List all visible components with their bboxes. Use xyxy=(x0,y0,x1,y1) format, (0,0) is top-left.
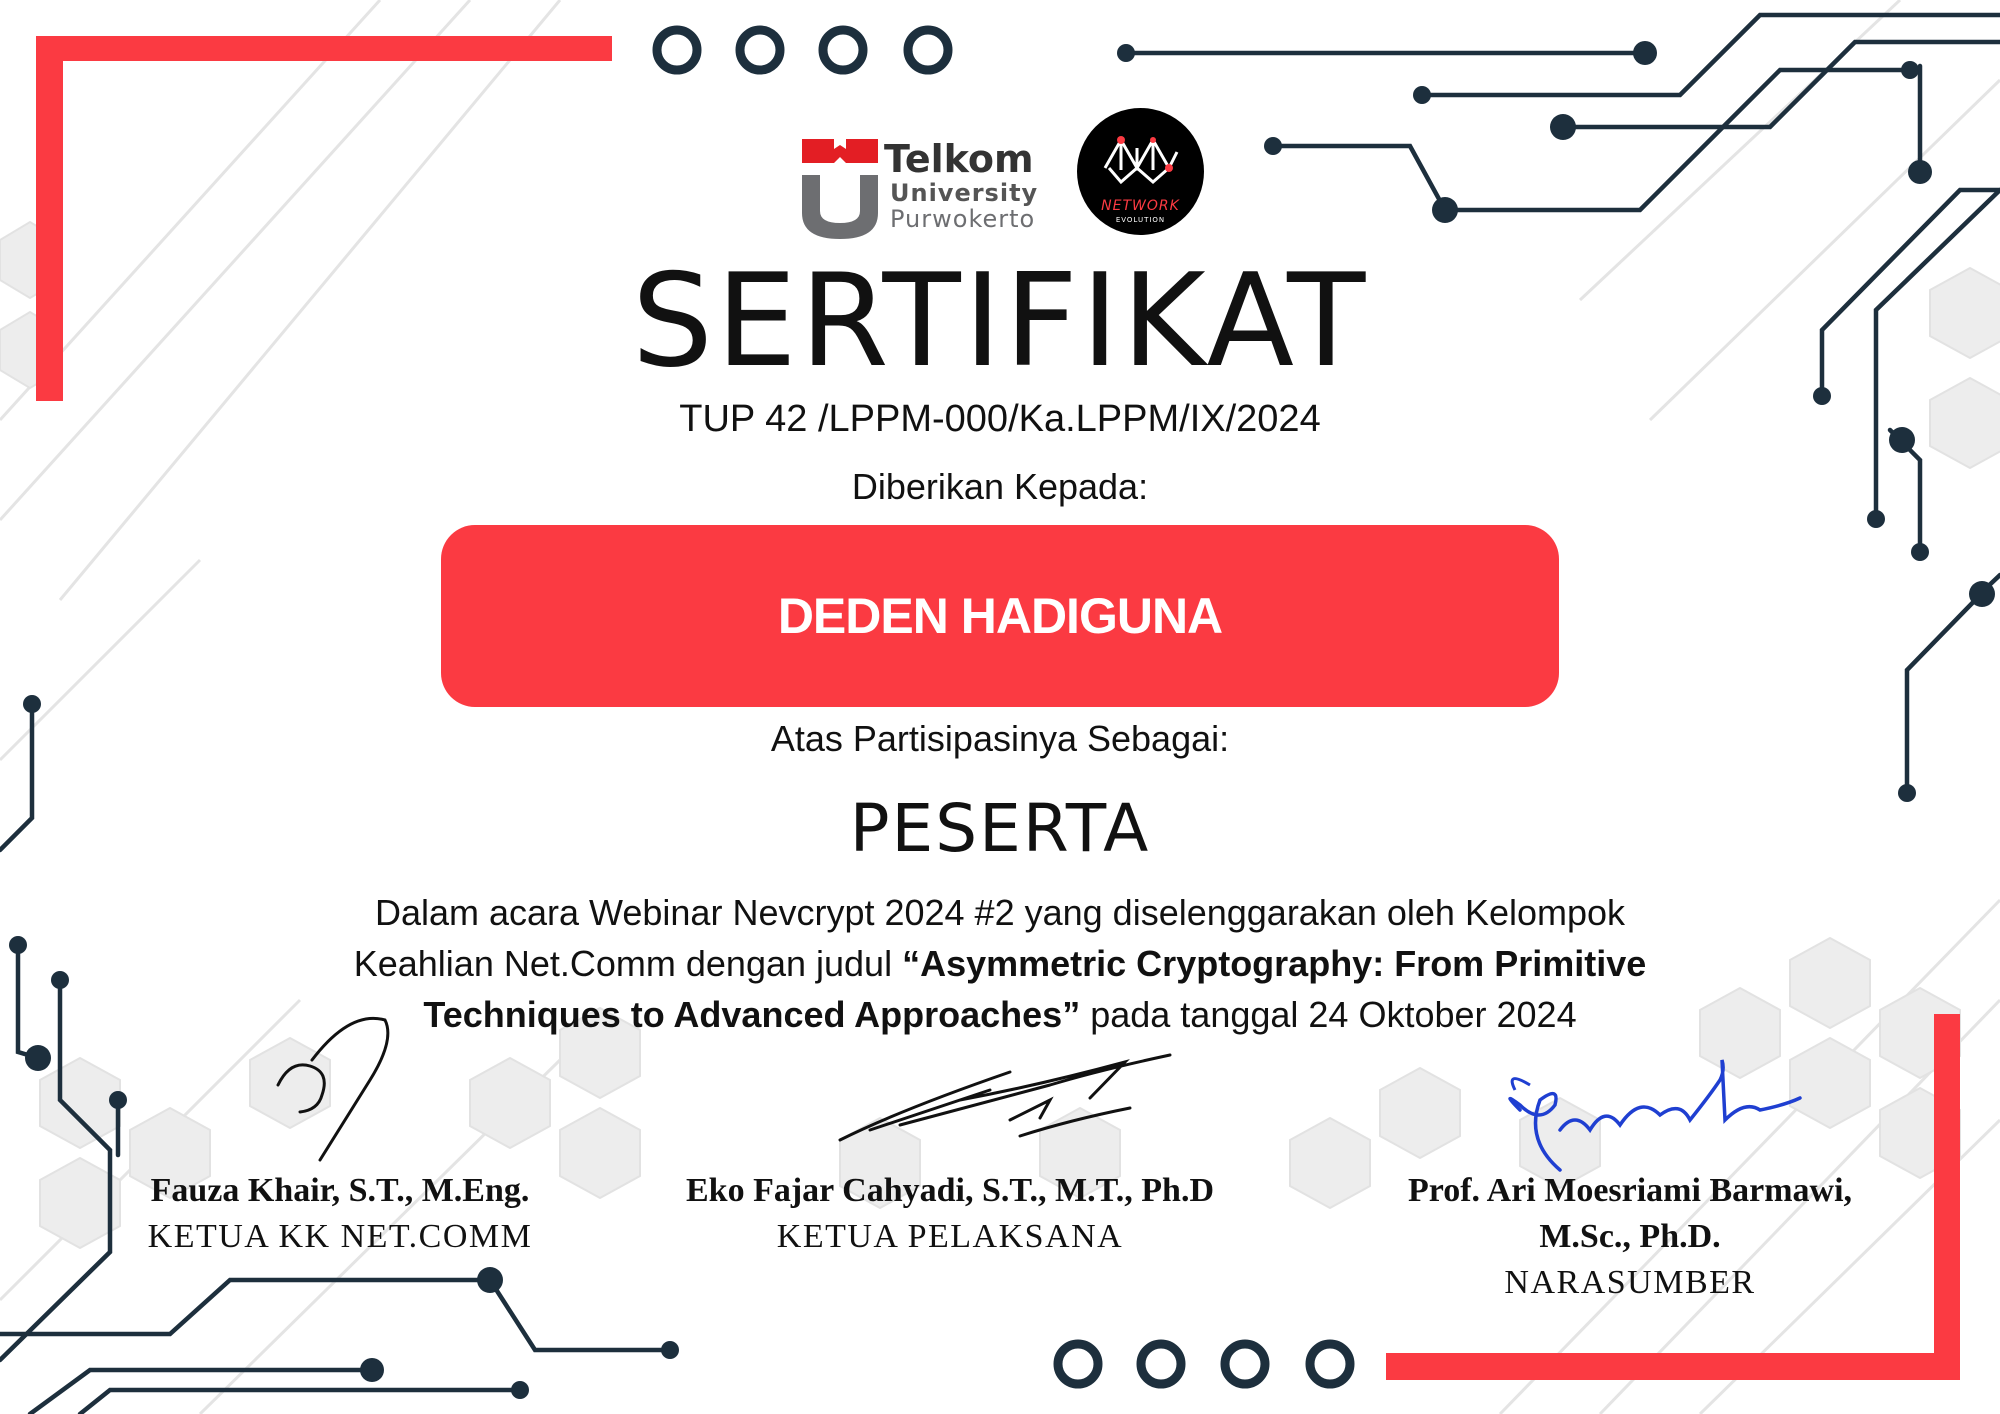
signature-eko xyxy=(838,1053,1172,1142)
signatory-3-name-line2: M.Sc., Ph.D. xyxy=(1539,1218,1721,1255)
signatory-2: Eko Fajar Cahyadi, S.T., M.T., Ph.D KETU… xyxy=(640,1168,1260,1260)
signatory-1-name: Fauza Khair, S.T., M.Eng. xyxy=(150,1172,530,1209)
signature-fauza xyxy=(276,1016,390,1162)
signatory-1-position: KETUA KK NET.COMM xyxy=(147,1218,533,1255)
signatory-2-position: KETUA PELAKSANA xyxy=(776,1218,1124,1255)
signatory-3: Prof. Ari Moesriami Barmawi, M.Sc., Ph.D… xyxy=(1360,1168,1900,1306)
signature-ari xyxy=(1508,1059,1802,1172)
signatory-2-name: Eko Fajar Cahyadi, S.T., M.T., Ph.D xyxy=(685,1172,1214,1209)
signatory-1: Fauza Khair, S.T., M.Eng. KETUA KK NET.C… xyxy=(110,1168,570,1260)
signatory-3-name-line1: Prof. Ari Moesriami Barmawi, xyxy=(1407,1172,1853,1209)
signatory-3-position: NARASUMBER xyxy=(1504,1264,1756,1301)
